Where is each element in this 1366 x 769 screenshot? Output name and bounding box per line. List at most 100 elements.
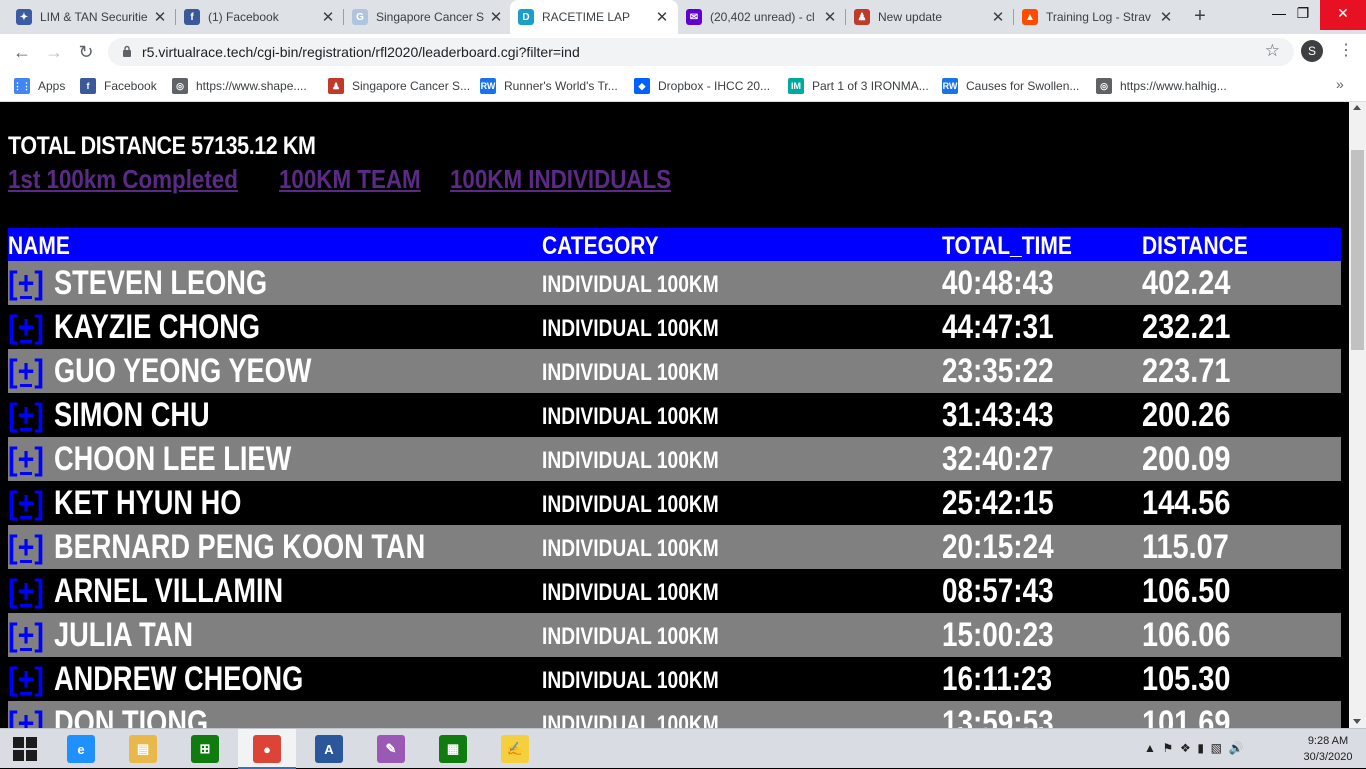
browser-chrome: + — ❐ ✕ ✦ LIM & TAN Securitie ✕ f (1) Facebo…: [0, 0, 1366, 102]
bookmark-icon: RW: [480, 78, 496, 94]
bookmark-item[interactable]: ⋮⋮ Apps: [13, 77, 65, 95]
tab-close-icon[interactable]: ✕: [654, 8, 670, 26]
runner-total-time: 44:47:31: [942, 308, 1054, 346]
lock-icon: [123, 45, 131, 57]
page-scrollbar[interactable]: [1349, 102, 1366, 728]
taskbar-app-sticky-notes[interactable]: ✍: [486, 729, 544, 769]
tab-4[interactable]: D RACETIME LAP ✕: [510, 0, 678, 34]
table-row: [+] STEVEN LEONG INDIVIDUAL 100KM 40:48:43 4…: [8, 261, 1341, 305]
bookmark-item[interactable]: ♟ Singapore Cancer S...: [328, 77, 470, 95]
close-window-button[interactable]: ✕: [1320, 0, 1366, 30]
tab-close-icon[interactable]: ✕: [488, 8, 504, 26]
expand-row-link[interactable]: [+]: [8, 309, 44, 346]
runner-distance: 106.06: [1142, 616, 1231, 654]
runner-total-time: 15:00:23: [942, 616, 1054, 654]
taskbar-app-chrome[interactable]: ●: [238, 729, 296, 769]
runner-category: INDIVIDUAL 100KM: [542, 403, 719, 430]
scroll-down-icon[interactable]: [1353, 719, 1361, 724]
bookmark-item[interactable]: ◆ Dropbox - IHCC 20...: [634, 77, 770, 95]
expand-row-link[interactable]: [+]: [8, 573, 44, 610]
bookmark-label: Runner's World's Tr...: [504, 79, 618, 93]
tab-title: LIM & TAN Securitie: [40, 10, 148, 24]
bookmark-item[interactable]: ◎ https://www.halhig...: [1096, 77, 1227, 95]
expand-row-link[interactable]: [+]: [8, 265, 44, 302]
expand-row-link[interactable]: [+]: [8, 441, 44, 478]
back-icon[interactable]: ←: [10, 40, 34, 64]
runner-name: BERNARD PENG KOON TAN: [54, 528, 426, 566]
reload-icon[interactable]: ↻: [74, 40, 98, 64]
runner-category: INDIVIDUAL 100KM: [542, 447, 719, 474]
bookmark-star-icon[interactable]: ☆: [1265, 41, 1280, 61]
bookmark-item[interactable]: RW Runner's World's Tr...: [480, 77, 618, 95]
table-header: NAME CATEGORY TOTAL_TIME DISTANCE: [8, 228, 1341, 261]
runner-distance: 200.26: [1142, 396, 1231, 434]
runner-total-time: 13:59:53: [942, 704, 1054, 728]
runner-total-time: 08:57:43: [942, 572, 1054, 610]
menu-icon[interactable]: ⋮: [1338, 40, 1354, 62]
tab-5[interactable]: ✉ (20,402 unread) - cl ✕: [678, 0, 846, 34]
tab-separator: [845, 9, 846, 25]
runner-category: INDIVIDUAL 100KM: [542, 271, 719, 298]
runner-category: INDIVIDUAL 100KM: [542, 579, 719, 606]
tab-3[interactable]: G Singapore Cancer S ✕: [344, 0, 512, 34]
forward-icon[interactable]: →: [42, 40, 66, 64]
scroll-up-icon[interactable]: [1353, 105, 1361, 110]
tab-6[interactable]: ♟ New update ✕: [846, 0, 1014, 34]
table-row: [+] CHOON LEE LIEW INDIVIDUAL 100KM 32:40:2…: [8, 437, 1341, 481]
runner-category: INDIVIDUAL 100KM: [542, 491, 719, 518]
bookmark-item[interactable]: f Facebook: [80, 77, 157, 95]
store-icon: ⊞: [191, 735, 219, 763]
runner-total-time: 25:42:15: [942, 484, 1054, 522]
bookmark-icon: IM: [788, 78, 804, 94]
tab-favicon-icon: ♟: [854, 9, 870, 25]
profile-avatar[interactable]: S: [1301, 40, 1323, 62]
bookmark-icon: ◆: [634, 78, 650, 94]
tab-close-icon[interactable]: ✕: [822, 8, 838, 26]
tab-close-icon[interactable]: ✕: [320, 8, 336, 26]
expand-row-link[interactable]: [+]: [8, 705, 44, 728]
link-100km-individuals[interactable]: 100KM INDIVIDUALS: [450, 164, 671, 195]
taskbar-app-internet-explorer[interactable]: e: [52, 729, 110, 769]
expand-row-link[interactable]: [+]: [8, 529, 44, 566]
expand-row-link[interactable]: [+]: [8, 617, 44, 654]
tab-close-icon[interactable]: ✕: [990, 8, 1006, 26]
expand-row-link[interactable]: [+]: [8, 397, 44, 434]
link-100km-team[interactable]: 100KM TEAM: [279, 164, 421, 195]
tab-close-icon[interactable]: ✕: [1158, 8, 1174, 26]
bookmark-icon: ◎: [1096, 78, 1112, 94]
tab-2[interactable]: f (1) Facebook ✕: [176, 0, 344, 34]
expand-row-link[interactable]: [+]: [8, 661, 44, 698]
address-bar[interactable]: r5.virtualrace.tech/cgi-bin/registration…: [108, 38, 1294, 66]
runner-name: ARNEL VILLAMIN: [54, 572, 284, 610]
expand-row-link[interactable]: [+]: [8, 353, 44, 390]
header-total-time: TOTAL_TIME: [942, 232, 1072, 260]
internet-explorer-icon: e: [67, 735, 95, 763]
tab-7[interactable]: ▲ Training Log - Strav ✕: [1014, 0, 1182, 34]
taskbar-app-calculator[interactable]: ▦: [424, 729, 482, 769]
clock-date: 30/3/2020: [1303, 751, 1353, 763]
table-row: [+] JULIA TAN INDIVIDUAL 100KM 15:00:23 106.…: [8, 613, 1341, 657]
clock-time: 9:28 AM: [1307, 735, 1349, 747]
taskbar-app-wordpad[interactable]: A: [300, 729, 358, 769]
taskbar-app-file-explorer[interactable]: ▤: [114, 729, 172, 769]
total-distance: TOTAL DISTANCE 57135.12 KM: [8, 132, 316, 160]
bookmark-item[interactable]: RW Causes for Swollen...: [942, 77, 1079, 95]
link-first-100km[interactable]: 1st 100km Completed: [8, 164, 238, 195]
bookmark-item[interactable]: IM Part 1 of 3 IRONMA...: [788, 77, 929, 95]
runner-total-time: 20:15:24: [942, 528, 1054, 566]
taskbar-app-store[interactable]: ⊞: [176, 729, 234, 769]
new-tab-button[interactable]: +: [1188, 5, 1212, 29]
taskbar-app-paint[interactable]: ✎: [362, 729, 420, 769]
tab-title: RACETIME LAP: [542, 10, 631, 24]
taskbar-clock[interactable]: 9:28 AM 30/3/2020: [1296, 733, 1360, 765]
start-button[interactable]: [0, 729, 48, 769]
tab-title: Training Log - Strav: [1046, 10, 1151, 24]
scroll-thumb[interactable]: [1351, 150, 1364, 350]
system-tray[interactable]: ▲ ⚑ ❖ ▮ ▧ 🔊: [1144, 741, 1244, 755]
tab-1[interactable]: ✦ LIM & TAN Securitie ✕: [8, 0, 176, 34]
expand-row-link[interactable]: [+]: [8, 485, 44, 522]
more-bookmarks-icon[interactable]: »: [1336, 76, 1344, 92]
bookmark-item[interactable]: ◎ https://www.shape....: [172, 77, 307, 95]
tab-close-icon[interactable]: ✕: [152, 8, 168, 26]
leaderboard-page: TOTAL DISTANCE 57135.12 KM 1st 100km Com…: [0, 102, 1349, 728]
